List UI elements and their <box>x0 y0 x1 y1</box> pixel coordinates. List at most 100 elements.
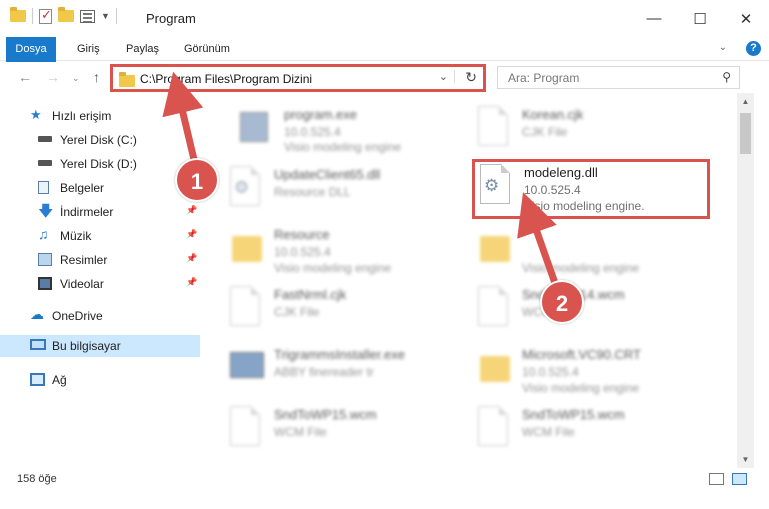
sidebar-item-label: Ağ <box>52 373 67 387</box>
sidebar-item-label: Hızlı erişim <box>52 109 112 123</box>
close-button[interactable]: ✕ <box>723 0 769 37</box>
sidebar-item-this-pc[interactable]: Bu bilgisayar <box>0 335 200 357</box>
exe-file-icon <box>234 106 274 152</box>
step-callout-1: 1 <box>175 158 219 202</box>
navigation-bar: ← → ⌄ ↑ C:\Program Files\Program Dizini … <box>0 62 769 93</box>
file-description: ABBY finereader tr <box>274 365 374 379</box>
sidebar-item-downloads[interactable]: 🡇 İndirmeler 📌 <box>0 201 200 223</box>
pin-icon[interactable]: 📌 <box>186 229 197 240</box>
sidebar-item-local-disk-d[interactable]: Yerel Disk (D:) <box>0 153 200 175</box>
search-input[interactable]: Ara: Program <box>508 71 579 85</box>
separator <box>115 8 117 24</box>
sidebar-item-documents[interactable]: Belgeler <box>0 177 200 199</box>
file-name: Microsoft.VC90.CRT <box>522 347 641 362</box>
document-file-icon <box>472 406 512 452</box>
file-item[interactable]: SndToWP15.wcm WCM File <box>468 404 708 456</box>
sidebar-item-videos[interactable]: Videolar 📌 <box>0 273 200 295</box>
large-icons-view-icon[interactable] <box>732 473 747 485</box>
forward-icon[interactable]: → <box>46 69 60 85</box>
properties-check-icon[interactable] <box>39 7 52 24</box>
sidebar-item-label: Videolar <box>60 277 104 291</box>
recent-locations-icon[interactable]: ⌄ <box>72 73 80 84</box>
file-name: Resource <box>274 227 330 242</box>
refresh-icon[interactable]: ↻ <box>465 69 477 86</box>
sidebar-item-onedrive[interactable]: ☁ OneDrive <box>0 305 192 327</box>
back-icon[interactable]: ← <box>18 69 32 85</box>
pictures-icon <box>38 253 52 266</box>
file-name: UpdateClient65.dll <box>274 167 381 182</box>
file-item[interactable]: Microsoft.VC90.CRT 10.0.525.4 Visio mode… <box>468 344 708 396</box>
file-name: Korean.cjk <box>522 107 584 122</box>
file-list: program.exe 10.0.525.4 Visio modeling en… <box>218 100 736 465</box>
sidebar-item-label: Yerel Disk (C:) <box>60 133 137 147</box>
expand-ribbon-icon[interactable]: ⌄ <box>719 42 727 53</box>
file-name: TrigrammsInstaller.exe <box>274 347 405 362</box>
pin-icon[interactable]: 📌 <box>186 205 197 216</box>
sidebar-item-local-disk-c[interactable]: Yerel Disk (C:) <box>0 129 200 151</box>
list-view-icon[interactable] <box>80 9 95 23</box>
dll-file-icon: ⚙ <box>224 166 264 212</box>
sidebar-item-network[interactable]: Ağ <box>0 369 192 391</box>
minimize-button[interactable]: — <box>631 0 677 37</box>
file-item[interactable]: ⚙ UpdateClient65.dll Resource DLL <box>220 164 460 216</box>
window-title: Program <box>146 11 196 26</box>
help-icon[interactable]: ? <box>746 41 761 56</box>
file-item[interactable]: SndToWP14.wcm WCM File <box>468 284 708 336</box>
details-view-icon[interactable] <box>709 473 724 485</box>
step-callout-2: 2 <box>540 280 584 324</box>
file-item[interactable]: TrigrammsInstaller.exe ABBY finereader t… <box>220 344 460 396</box>
navigation-pane: ★ Hızlı erişim Yerel Disk (C:) Yerel Dis… <box>0 101 200 461</box>
tab-share[interactable]: Paylaş <box>126 37 159 61</box>
file-item[interactable]: program.exe 10.0.525.4 Visio modeling en… <box>230 104 470 156</box>
file-item[interactable]: SndToWP15.wcm WCM File <box>220 404 460 456</box>
tab-view[interactable]: Görünüm <box>184 37 230 61</box>
search-icon[interactable]: ⚲ <box>722 70 731 84</box>
file-item[interactable]: FastNrml.cjk CJK File <box>220 284 460 336</box>
vertical-scrollbar[interactable]: ▲ ▼ <box>737 93 754 468</box>
file-name: program.exe <box>284 107 357 122</box>
file-type: WCM File <box>274 425 327 439</box>
videos-icon <box>38 277 52 290</box>
new-folder-icon[interactable] <box>58 7 74 22</box>
sidebar-item-label: Bu bilgisayar <box>52 339 121 353</box>
file-item[interactable]: Visio modeling engine <box>468 224 708 276</box>
file-description: Visio modeling engine <box>284 140 402 154</box>
file-name: SndToWP15.wcm <box>522 407 625 422</box>
file-description: Visio modeling engine <box>522 261 640 275</box>
customize-chevron-icon[interactable]: ▼ <box>101 11 110 21</box>
status-bar: 158 öğe <box>0 468 769 490</box>
document-file-icon <box>472 286 512 332</box>
address-dropdown-icon[interactable]: ⌄ <box>439 70 455 83</box>
sidebar-item-label: OneDrive <box>52 309 103 323</box>
maximize-button[interactable]: ☐ <box>677 0 723 37</box>
up-icon[interactable]: ↑ <box>93 69 100 85</box>
exe-file-icon <box>224 346 264 392</box>
sidebar-item-quick-access[interactable]: ★ Hızlı erişim <box>0 105 192 127</box>
file-name: SndToWP15.wcm <box>274 407 377 422</box>
item-count: 158 öğe <box>17 473 57 485</box>
file-item[interactable]: Resource 10.0.525.4 Visio modeling engin… <box>220 224 460 276</box>
scroll-thumb[interactable] <box>740 113 751 154</box>
address-path[interactable]: C:\Program Files\Program Dizini <box>140 72 312 86</box>
cloud-icon: ☁ <box>30 306 44 322</box>
search-box[interactable]: Ara: Program ⚲ <box>497 66 740 89</box>
sidebar-item-music[interactable]: ♫ Müzik 📌 <box>0 225 200 247</box>
file-version: 10.0.525.4 <box>284 125 341 139</box>
scroll-up-icon[interactable]: ▲ <box>737 93 754 110</box>
file-item[interactable]: Korean.cjk CJK File <box>468 104 708 156</box>
pin-icon[interactable]: 📌 <box>186 277 197 288</box>
music-icon: ♫ <box>38 226 49 242</box>
folder-icon <box>224 226 264 272</box>
folder-icon <box>119 72 135 87</box>
scroll-down-icon[interactable]: ▼ <box>737 451 754 468</box>
tab-home[interactable]: Giriş <box>77 37 100 61</box>
download-icon: 🡇 <box>38 203 54 220</box>
pin-icon[interactable]: 📌 <box>186 253 197 264</box>
document-file-icon <box>224 286 264 332</box>
file-description: Visio modeling engine <box>522 381 640 395</box>
sidebar-item-pictures[interactable]: Resimler 📌 <box>0 249 200 271</box>
folder-icon <box>472 226 512 272</box>
file-type: CJK File <box>274 305 320 319</box>
address-bar[interactable]: C:\Program Files\Program Dizini ⌄ ↻ <box>110 64 486 92</box>
title-bar: ▼ Program — ☐ ✕ <box>0 0 769 37</box>
